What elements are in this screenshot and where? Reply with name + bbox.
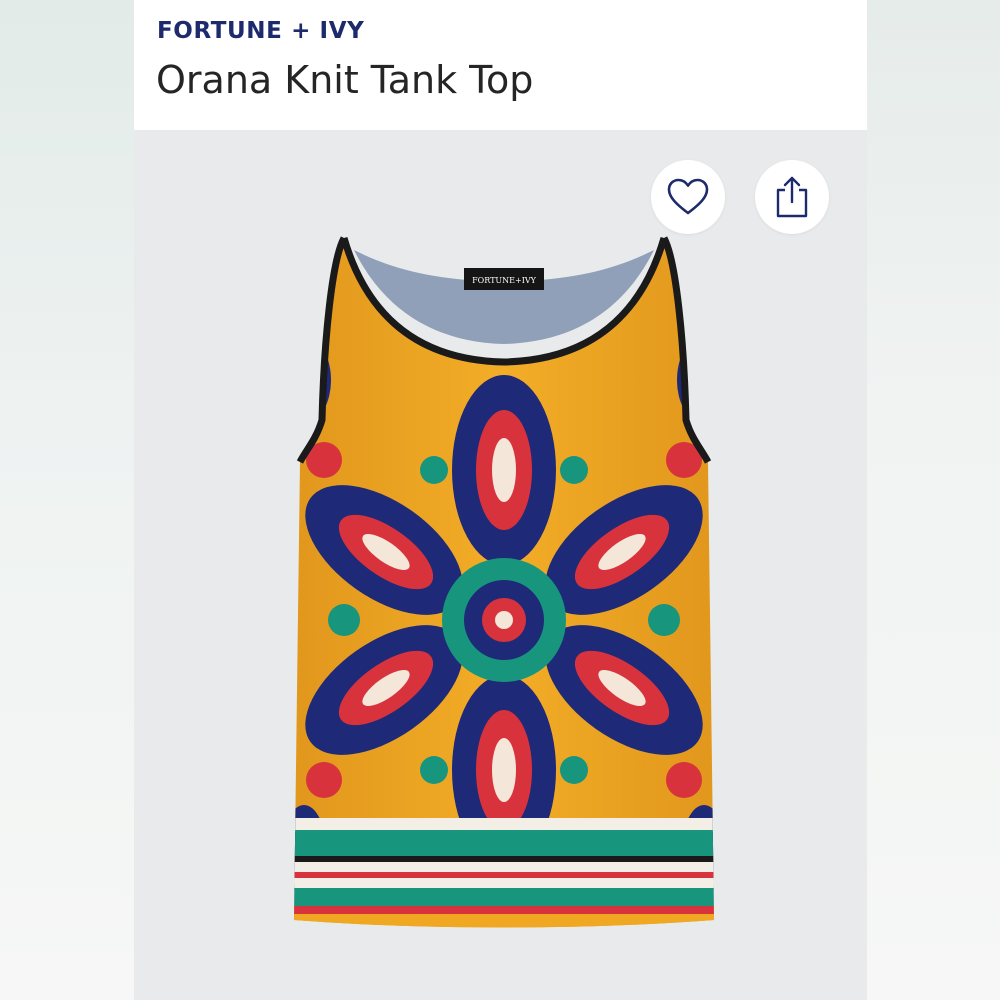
product-title: Orana Knit Tank Top [156, 58, 534, 102]
neck-label-text: FORTUNE+IVY [472, 276, 537, 285]
product-card: FORTUNE + IVY Orana Knit Tank Top FORTUN… [134, 0, 867, 1000]
share-upload-icon [776, 176, 808, 218]
left-background-blur [0, 0, 134, 1000]
tank-top-image: FORTUNE+IVY [294, 236, 714, 928]
share-button[interactable] [755, 160, 829, 234]
favorite-button[interactable] [651, 160, 725, 234]
heart-outline-icon [667, 178, 709, 215]
brand-name[interactable]: FORTUNE + IVY [157, 18, 364, 44]
right-background-blur [867, 0, 1000, 1000]
product-header: FORTUNE + IVY Orana Knit Tank Top [134, 0, 867, 130]
product-photo[interactable]: FORTUNE+IVY [134, 130, 867, 1000]
